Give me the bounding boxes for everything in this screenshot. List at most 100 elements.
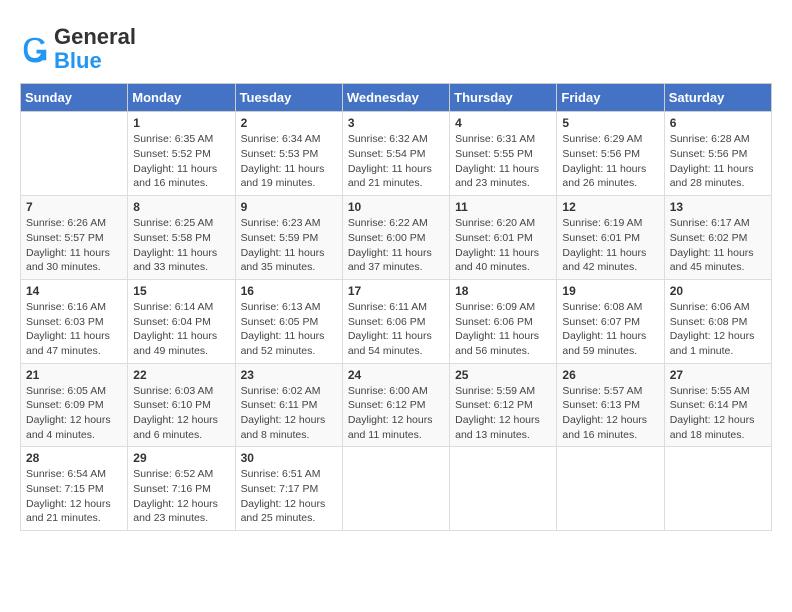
- cell-content: Sunrise: 6:17 AM Sunset: 6:02 PM Dayligh…: [670, 216, 766, 275]
- calendar-cell: 1Sunrise: 6:35 AM Sunset: 5:52 PM Daylig…: [128, 112, 235, 196]
- day-number: 24: [348, 368, 444, 382]
- calendar-cell: 13 Sunrise: 6:17 AM Sunset: 6:02 PM Dayli…: [664, 196, 771, 280]
- calendar-week-row: 7 Sunrise: 6:26 AM Sunset: 5:57 PM Daylig…: [21, 196, 772, 280]
- day-number: 16: [241, 284, 337, 298]
- day-number: 19: [562, 284, 658, 298]
- calendar-cell: 7 Sunrise: 6:26 AM Sunset: 5:57 PM Daylig…: [21, 196, 128, 280]
- calendar-cell: 9Sunrise: 6:23 AM Sunset: 5:59 PM Daylig…: [235, 196, 342, 280]
- day-number: 12: [562, 200, 658, 214]
- cell-content: Sunrise: 6:06 AM Sunset: 6:08 PM Dayligh…: [670, 300, 766, 359]
- calendar-cell: [21, 112, 128, 196]
- day-header-monday: Monday: [128, 84, 235, 112]
- calendar-cell: [557, 447, 664, 531]
- day-number: 30: [241, 451, 337, 465]
- calendar-week-row: 14 Sunrise: 6:16 AM Sunset: 6:03 PM Dayli…: [21, 279, 772, 363]
- calendar-cell: 4Sunrise: 6:31 AM Sunset: 5:55 PM Daylig…: [450, 112, 557, 196]
- calendar-cell: 16 Sunrise: 6:13 AM Sunset: 6:05 PM Dayli…: [235, 279, 342, 363]
- cell-content: Sunrise: 6:31 AM Sunset: 5:55 PM Dayligh…: [455, 132, 551, 191]
- logo-line2: Blue: [54, 49, 136, 73]
- calendar-cell: 11 Sunrise: 6:20 AM Sunset: 6:01 PM Dayli…: [450, 196, 557, 280]
- day-number: 15: [133, 284, 229, 298]
- calendar-cell: 15 Sunrise: 6:14 AM Sunset: 6:04 PM Dayli…: [128, 279, 235, 363]
- calendar-cell: 17 Sunrise: 6:11 AM Sunset: 6:06 PM Dayli…: [342, 279, 449, 363]
- day-number: 5: [562, 116, 658, 130]
- day-header-tuesday: Tuesday: [235, 84, 342, 112]
- day-number: 6: [670, 116, 766, 130]
- cell-content: Sunrise: 6:26 AM Sunset: 5:57 PM Dayligh…: [26, 216, 122, 275]
- cell-content: Sunrise: 6:54 AM Sunset: 7:15 PM Dayligh…: [26, 467, 122, 526]
- calendar-cell: 27 Sunrise: 5:55 AM Sunset: 6:14 PM Dayli…: [664, 363, 771, 447]
- logo-line1: General: [54, 25, 136, 49]
- day-number: 11: [455, 200, 551, 214]
- cell-content: Sunrise: 6:52 AM Sunset: 7:16 PM Dayligh…: [133, 467, 229, 526]
- calendar-cell: 22Sunrise: 6:03 AM Sunset: 6:10 PM Dayli…: [128, 363, 235, 447]
- day-number: 8: [133, 200, 229, 214]
- calendar-week-row: 28 Sunrise: 6:54 AM Sunset: 7:15 PM Dayli…: [21, 447, 772, 531]
- cell-content: Sunrise: 6:14 AM Sunset: 6:04 PM Dayligh…: [133, 300, 229, 359]
- calendar-cell: 8 Sunrise: 6:25 AM Sunset: 5:58 PM Daylig…: [128, 196, 235, 280]
- day-number: 14: [26, 284, 122, 298]
- cell-content: Sunrise: 6:05 AM Sunset: 6:09 PM Dayligh…: [26, 384, 122, 443]
- day-number: 18: [455, 284, 551, 298]
- calendar-cell: 21 Sunrise: 6:05 AM Sunset: 6:09 PM Dayli…: [21, 363, 128, 447]
- day-number: 10: [348, 200, 444, 214]
- day-number: 25: [455, 368, 551, 382]
- calendar-cell: 20 Sunrise: 6:06 AM Sunset: 6:08 PM Dayli…: [664, 279, 771, 363]
- calendar-table: SundayMondayTuesdayWednesdayThursdayFrid…: [20, 83, 772, 531]
- day-header-thursday: Thursday: [450, 84, 557, 112]
- calendar-cell: 29 Sunrise: 6:52 AM Sunset: 7:16 PM Dayli…: [128, 447, 235, 531]
- calendar-cell: 14 Sunrise: 6:16 AM Sunset: 6:03 PM Dayli…: [21, 279, 128, 363]
- calendar-cell: 6 Sunrise: 6:28 AM Sunset: 5:56 PM Daylig…: [664, 112, 771, 196]
- cell-content: Sunrise: 5:55 AM Sunset: 6:14 PM Dayligh…: [670, 384, 766, 443]
- day-number: 17: [348, 284, 444, 298]
- cell-content: Sunrise: 6:20 AM Sunset: 6:01 PM Dayligh…: [455, 216, 551, 275]
- day-number: 27: [670, 368, 766, 382]
- cell-content: Sunrise: 6:51 AM Sunset: 7:17 PM Dayligh…: [241, 467, 337, 526]
- calendar-cell: 2 Sunrise: 6:34 AM Sunset: 5:53 PM Daylig…: [235, 112, 342, 196]
- calendar-cell: 30 Sunrise: 6:51 AM Sunset: 7:17 PM Dayli…: [235, 447, 342, 531]
- calendar-week-row: 1Sunrise: 6:35 AM Sunset: 5:52 PM Daylig…: [21, 112, 772, 196]
- cell-content: Sunrise: 6:16 AM Sunset: 6:03 PM Dayligh…: [26, 300, 122, 359]
- day-number: 13: [670, 200, 766, 214]
- calendar-header-row: SundayMondayTuesdayWednesdayThursdayFrid…: [21, 84, 772, 112]
- calendar-cell: 10Sunrise: 6:22 AM Sunset: 6:00 PM Dayli…: [342, 196, 449, 280]
- cell-content: Sunrise: 6:28 AM Sunset: 5:56 PM Dayligh…: [670, 132, 766, 191]
- calendar-cell: [450, 447, 557, 531]
- calendar-cell: [664, 447, 771, 531]
- page-header: General Blue: [20, 20, 772, 73]
- calendar-cell: 26 Sunrise: 5:57 AM Sunset: 6:13 PM Dayli…: [557, 363, 664, 447]
- day-number: 21: [26, 368, 122, 382]
- cell-content: Sunrise: 6:29 AM Sunset: 5:56 PM Dayligh…: [562, 132, 658, 191]
- cell-content: Sunrise: 5:57 AM Sunset: 6:13 PM Dayligh…: [562, 384, 658, 443]
- cell-content: Sunrise: 6:11 AM Sunset: 6:06 PM Dayligh…: [348, 300, 444, 359]
- day-number: 23: [241, 368, 337, 382]
- calendar-week-row: 21 Sunrise: 6:05 AM Sunset: 6:09 PM Dayli…: [21, 363, 772, 447]
- calendar-cell: 3 Sunrise: 6:32 AM Sunset: 5:54 PM Daylig…: [342, 112, 449, 196]
- day-number: 3: [348, 116, 444, 130]
- cell-content: Sunrise: 5:59 AM Sunset: 6:12 PM Dayligh…: [455, 384, 551, 443]
- cell-content: Sunrise: 6:23 AM Sunset: 5:59 PM Dayligh…: [241, 216, 337, 275]
- day-number: 7: [26, 200, 122, 214]
- cell-content: Sunrise: 6:35 AM Sunset: 5:52 PM Dayligh…: [133, 132, 229, 191]
- day-number: 26: [562, 368, 658, 382]
- day-number: 2: [241, 116, 337, 130]
- cell-content: Sunrise: 6:34 AM Sunset: 5:53 PM Dayligh…: [241, 132, 337, 191]
- cell-content: Sunrise: 6:19 AM Sunset: 6:01 PM Dayligh…: [562, 216, 658, 275]
- day-header-friday: Friday: [557, 84, 664, 112]
- cell-content: Sunrise: 6:00 AM Sunset: 6:12 PM Dayligh…: [348, 384, 444, 443]
- day-number: 20: [670, 284, 766, 298]
- calendar-cell: 19Sunrise: 6:08 AM Sunset: 6:07 PM Dayli…: [557, 279, 664, 363]
- day-header-saturday: Saturday: [664, 84, 771, 112]
- day-number: 29: [133, 451, 229, 465]
- calendar-cell: 24 Sunrise: 6:00 AM Sunset: 6:12 PM Dayli…: [342, 363, 449, 447]
- cell-content: Sunrise: 6:32 AM Sunset: 5:54 PM Dayligh…: [348, 132, 444, 191]
- day-number: 28: [26, 451, 122, 465]
- calendar-cell: 23Sunrise: 6:02 AM Sunset: 6:11 PM Dayli…: [235, 363, 342, 447]
- cell-content: Sunrise: 6:13 AM Sunset: 6:05 PM Dayligh…: [241, 300, 337, 359]
- calendar-cell: 25 Sunrise: 5:59 AM Sunset: 6:12 PM Dayli…: [450, 363, 557, 447]
- calendar-cell: 28 Sunrise: 6:54 AM Sunset: 7:15 PM Dayli…: [21, 447, 128, 531]
- calendar-cell: 18 Sunrise: 6:09 AM Sunset: 6:06 PM Dayli…: [450, 279, 557, 363]
- cell-content: Sunrise: 6:25 AM Sunset: 5:58 PM Dayligh…: [133, 216, 229, 275]
- cell-content: Sunrise: 6:03 AM Sunset: 6:10 PM Dayligh…: [133, 384, 229, 443]
- cell-content: Sunrise: 6:09 AM Sunset: 6:06 PM Dayligh…: [455, 300, 551, 359]
